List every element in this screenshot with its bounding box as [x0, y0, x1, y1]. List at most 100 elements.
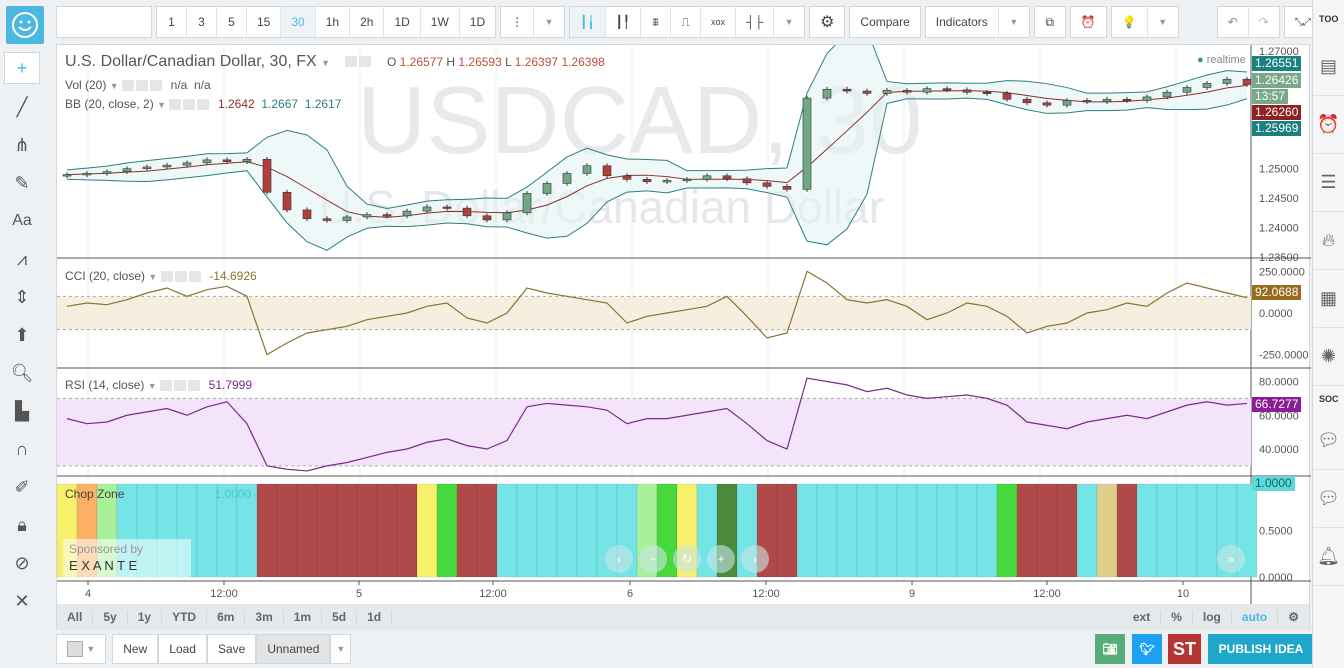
chevron-down-icon[interactable]: ▼	[330, 634, 352, 664]
save-layout-button[interactable]: Save	[206, 634, 257, 664]
chart-canvas[interactable]: USDCAD, 30U.S. Dollar/Canadian Dollar1.2…	[57, 45, 1311, 605]
range-1m-button[interactable]: 1m	[284, 610, 323, 624]
indicators-button[interactable]: Indicators	[926, 7, 999, 37]
news-icon[interactable]: ☰	[1313, 154, 1344, 212]
interval-30-button[interactable]: 30	[281, 7, 316, 37]
arrow-up-icon[interactable]: ⬆	[0, 316, 44, 354]
ideas-bulb-icon[interactable]: ✺	[1313, 328, 1344, 386]
interval-2h-button[interactable]: 2h	[350, 7, 385, 37]
interval-15-button[interactable]: 15	[247, 7, 282, 37]
new-layout-button[interactable]: New	[112, 634, 159, 664]
trend-line-icon[interactable]: ╱	[0, 88, 44, 126]
interval-1D-button[interactable]: 1D	[384, 7, 421, 37]
candle	[1222, 78, 1232, 84]
range-5y-button[interactable]: 5y	[93, 610, 128, 624]
pitchfork-icon[interactable]: ⋔	[0, 126, 44, 164]
scale-percent-button[interactable]: %	[1161, 610, 1193, 624]
chop-label[interactable]: Chop Zone	[65, 487, 124, 501]
time-axis-label: 12:00	[479, 588, 507, 600]
stocktwits-button[interactable]: ST	[1168, 634, 1201, 664]
lock-icon[interactable]: 🔒︎	[0, 506, 44, 544]
scroll-to-realtime-button[interactable]: »	[1217, 545, 1245, 573]
redo-button[interactable]: ↷	[1249, 7, 1279, 37]
load-layout-button[interactable]: Load	[158, 634, 207, 664]
range-1y-button[interactable]: 1y	[128, 610, 163, 624]
point-figure-button[interactable]: xox	[701, 7, 737, 37]
color-theme-dropdown[interactable]: ▼	[56, 634, 107, 664]
interval-1h-button[interactable]: 1h	[316, 7, 351, 37]
calendar-icon[interactable]: ▦	[1313, 270, 1344, 328]
publish-idea-button[interactable]: PUBLISH IDEA	[1208, 634, 1314, 664]
hollow-candles-button[interactable]: ┃╿	[606, 7, 642, 37]
watchlist-icon[interactable]: ▤	[1313, 38, 1344, 96]
cci-label[interactable]: CCI (20, close)	[65, 269, 145, 283]
vol-label[interactable]: Vol (20)	[65, 78, 106, 92]
heikin-ashi-button[interactable]: ⩩	[641, 7, 672, 37]
crosshair-icon[interactable]: +	[4, 52, 40, 84]
scroll-left-button[interactable]: ‹	[605, 545, 633, 573]
interval-1D-button[interactable]: 1D	[460, 7, 495, 37]
idea-bulb-button[interactable]: 💡	[1112, 7, 1148, 37]
ohlc-l-label: L	[505, 55, 512, 69]
interval-1-button[interactable]: 1	[157, 7, 187, 37]
tools-icon[interactable]: ✕	[0, 582, 44, 620]
line-break-button[interactable]: ⎍	[671, 7, 702, 37]
chevron-down-icon[interactable]: ▼	[1148, 7, 1178, 37]
zoom-icon[interactable]: 🔍︎	[0, 354, 44, 392]
hotlist-fire-icon[interactable]: 🔥︎	[1313, 212, 1344, 270]
range-6m-button[interactable]: 6m	[207, 610, 246, 624]
candles-style-button[interactable]: ┃╽	[570, 7, 606, 37]
alerts-clock-icon[interactable]: ⏰	[1313, 96, 1344, 154]
brush-icon[interactable]: ✎	[0, 164, 44, 202]
chevron-down-icon[interactable]: ▼	[774, 7, 804, 37]
symbol-search-input[interactable]	[56, 6, 152, 38]
zoom-in-button[interactable]: +	[707, 545, 735, 573]
bb-label[interactable]: BB (20, close, 2)	[65, 97, 154, 111]
notifications-bell-icon[interactable]: 🔔︎	[1313, 528, 1344, 586]
reset-button[interactable]: ↻	[673, 545, 701, 573]
compare-button[interactable]: Compare	[850, 7, 919, 37]
alarm-add-button[interactable]: ⏰	[1071, 7, 1106, 37]
chat-icon[interactable]: 💬︎	[1313, 412, 1344, 470]
private-chat-icon[interactable]: 💬︎	[1313, 470, 1344, 528]
range-5d-button[interactable]: 5d	[322, 610, 358, 624]
scale-settings-gear-icon[interactable]: ⚙	[1278, 610, 1309, 624]
bars-style-button[interactable]: ┤├	[736, 7, 775, 37]
magnet-icon[interactable]: ∩	[0, 430, 44, 468]
chart-area[interactable]: USDCAD, 30U.S. Dollar/Canadian Dollar1.2…	[56, 44, 1311, 630]
range-all-button[interactable]: All	[57, 610, 94, 624]
scale-auto-button[interactable]: auto	[1232, 610, 1279, 624]
interval-more[interactable]: ⋮ ▼	[500, 6, 566, 38]
volume-profile-icon[interactable]: ▙	[0, 392, 44, 430]
scroll-right-button[interactable]: ›	[741, 545, 769, 573]
chevron-down-icon[interactable]: ▼	[534, 7, 564, 37]
chop-legend: Chop Zone 1.0000	[65, 487, 251, 501]
embed-code-button[interactable]: ⧉	[1035, 7, 1065, 37]
range-ytd-button[interactable]: YTD	[162, 610, 208, 624]
more-dots-icon[interactable]: ⋮	[501, 7, 535, 37]
measure-icon[interactable]: ⇕	[0, 278, 44, 316]
text-icon[interactable]: Aa	[0, 202, 44, 240]
pattern-icon[interactable]: ⩘	[0, 240, 44, 278]
interval-1W-button[interactable]: 1W	[421, 7, 460, 37]
settings-gear-button[interactable]: ⚙	[810, 7, 844, 37]
range-1d-button[interactable]: 1d	[357, 610, 393, 624]
layout-name[interactable]: Unnamed	[256, 634, 331, 664]
lock-drawing-icon[interactable]: ✐	[0, 468, 44, 506]
hide-icon[interactable]: ⊘	[0, 544, 44, 582]
interval-3-button[interactable]: 3	[187, 7, 217, 37]
scale-log-button[interactable]: log	[1193, 610, 1232, 624]
snapshot-camera-button[interactable]: 📷︎	[1095, 634, 1125, 664]
undo-button[interactable]: ↶	[1218, 7, 1249, 37]
chevron-down-icon[interactable]: ▼	[999, 7, 1029, 37]
rsi-label[interactable]: RSI (14, close)	[65, 378, 144, 392]
zoom-out-button[interactable]: −	[639, 545, 667, 573]
range-3m-button[interactable]: 3m	[245, 610, 284, 624]
sponsor-badge[interactable]: Sponsored by E X A N T E	[63, 539, 191, 579]
twitter-button[interactable]: 🐦︎	[1132, 634, 1162, 664]
scale-ext-button[interactable]: ext	[1123, 610, 1162, 624]
indicator-band	[57, 296, 1251, 330]
symbol-title[interactable]: U.S. Dollar/Canadian Dollar, 30, FX	[65, 53, 317, 70]
interval-5-button[interactable]: 5	[217, 7, 247, 37]
logo-smiley-button[interactable]	[6, 6, 44, 44]
